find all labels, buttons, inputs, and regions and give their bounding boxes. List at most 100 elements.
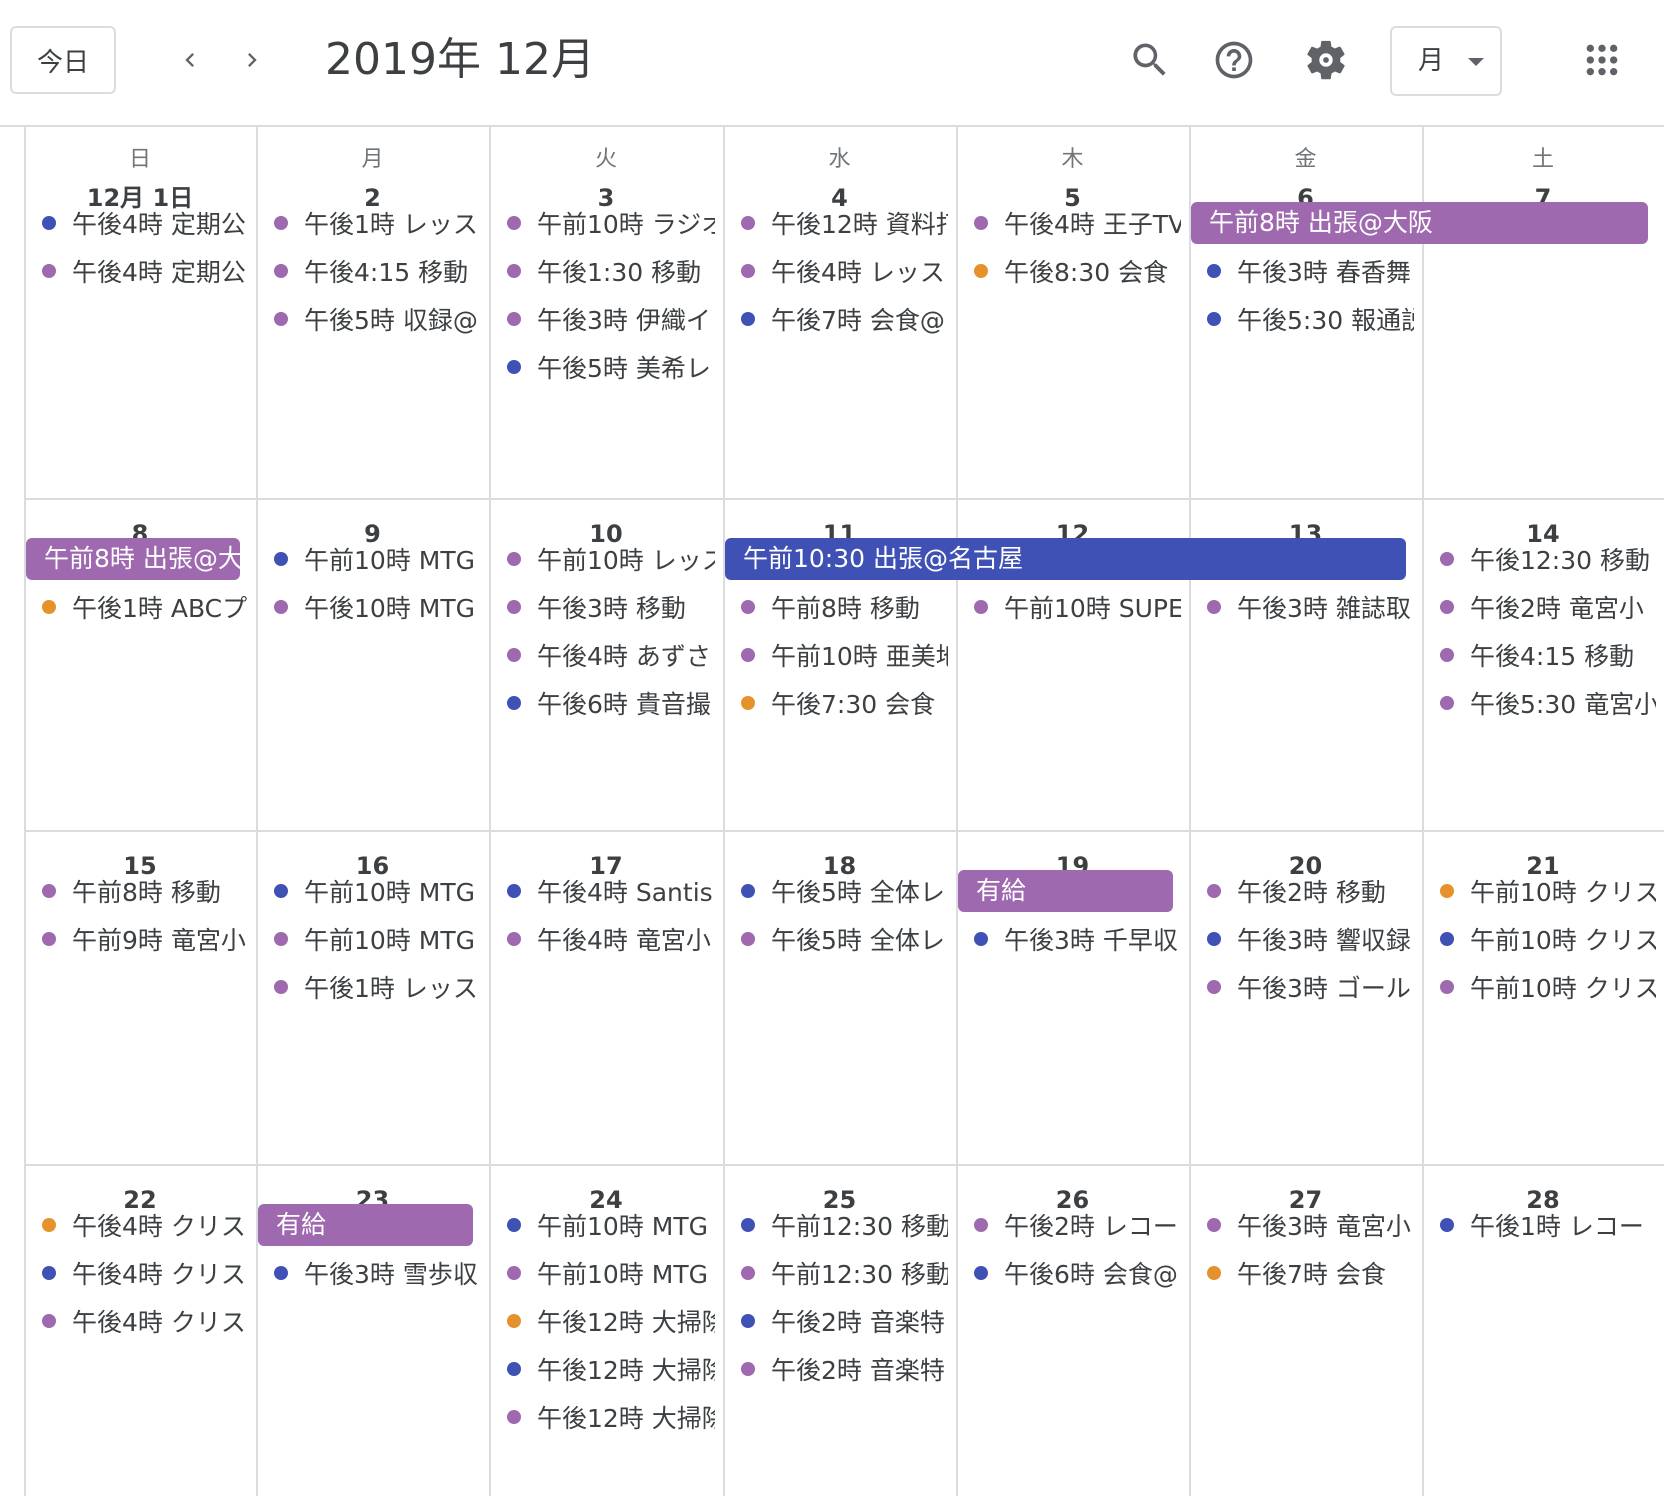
day-cell[interactable]: 月 2 午後1時 レッス 午後4:15 移動 午後5時 収録@	[256, 127, 489, 499]
event-item[interactable]: 午後4時 クリス	[38, 1301, 248, 1341]
event-item[interactable]: 午後3時 雪歩収	[270, 1253, 481, 1293]
event-item[interactable]: 午後5時 収録@	[270, 299, 481, 339]
event-item[interactable]: 午後3時 雑誌取	[1203, 587, 1414, 627]
event-item[interactable]: 午後4時 竜宮小	[503, 919, 715, 959]
event-item[interactable]: 午後4:15 移動	[1436, 635, 1656, 675]
event-item[interactable]: 午後5:30 竜宮小	[1436, 683, 1656, 723]
event-item[interactable]: 午後3時 響収録	[1203, 919, 1414, 959]
settings-button[interactable]	[1300, 34, 1352, 86]
event-item[interactable]: 午後1:30 移動	[503, 251, 715, 291]
event-item[interactable]: 午後4時 定期公	[38, 203, 248, 243]
view-selector[interactable]: 月	[1390, 26, 1502, 96]
day-cell[interactable]: 25 午前12:30 移動 午前12:30 移動 午後2時 音楽特 午後2時 音楽特	[723, 1165, 956, 1496]
day-cell[interactable]: 14 午後12:30 移動 午後2時 竜宮小 午後4:15 移動 午後5:30 竜宮小	[1422, 499, 1664, 831]
day-cell[interactable]: 28 午後1時 レコー	[1422, 1165, 1664, 1496]
event-item[interactable]: 午後1時 ABCプ	[38, 587, 248, 627]
event-item[interactable]: 午後3時 春香舞	[1203, 251, 1414, 291]
event-item[interactable]: 午後2時 レコー	[970, 1205, 1181, 1245]
day-cell[interactable]: 水 4 午後12時 資料打 午後4時 レッス 午後7時 会食@	[723, 127, 956, 499]
event-item[interactable]: 午後4時 クリス	[38, 1253, 248, 1293]
day-cell[interactable]: 26 午後2時 レコー 午後6時 会食@	[956, 1165, 1189, 1496]
event-item[interactable]: 午後4時 レッス	[737, 251, 948, 291]
event-item[interactable]: 午前10時 MTG	[503, 1253, 715, 1293]
day-cell[interactable]: 22 午後4時 クリス 午後4時 クリス 午後4時 クリス	[24, 1165, 256, 1496]
event-item[interactable]: 午後2時 音楽特	[737, 1301, 948, 1341]
day-cell[interactable]: 10 午前10時 レッス 午後3時 移動 午後4時 あずさ 午後6時 貴音撮	[489, 499, 723, 831]
event-item[interactable]: 午後3時 竜宮小	[1203, 1205, 1414, 1245]
event-item[interactable]: 午後7:30 会食	[737, 683, 948, 723]
event-item[interactable]: 午前12:30 移動	[737, 1253, 948, 1293]
event-item[interactable]: 午後2時 竜宮小	[1436, 587, 1656, 627]
day-cell[interactable]: 27 午後3時 竜宮小 午後7時 会食	[1189, 1165, 1422, 1496]
event-item[interactable]: 午後12時 資料打	[737, 203, 948, 243]
event-item[interactable]: 午後5時 美希レ	[503, 347, 715, 387]
next-month-button[interactable]	[226, 34, 278, 86]
event-item[interactable]: 午後3時 移動	[503, 587, 715, 627]
today-button[interactable]: 今日	[10, 26, 116, 94]
event-item[interactable]: 午後4時 クリス	[38, 1205, 248, 1245]
event-item[interactable]: 午後12時 大掃除	[503, 1349, 715, 1389]
multi-day-event-bar[interactable]: 午前8時 出張@大阪	[26, 538, 240, 580]
event-item[interactable]: 午後12:30 移動	[1436, 539, 1656, 579]
event-item[interactable]: 午後5:30 報通説	[1203, 299, 1414, 339]
event-item[interactable]: 午前10時 MTG	[270, 919, 481, 959]
day-cell[interactable]: 24 午前10時 MTG 午前10時 MTG 午後12時 大掃除 午後12時 大掃除 午後…	[489, 1165, 723, 1496]
multi-day-event-bar[interactable]: 午前10:30 出張@名古屋	[725, 538, 1406, 580]
apps-button[interactable]	[1576, 34, 1628, 86]
event-item[interactable]: 午前10時 亜美地	[737, 635, 948, 675]
event-item[interactable]: 午後7時 会食	[1203, 1253, 1414, 1293]
event-item[interactable]: 午後10時 MTG	[270, 587, 481, 627]
event-item[interactable]: 午前10時 ラジオ	[503, 203, 715, 243]
day-cell[interactable]: 9 午前10時 MTG 午後10時 MTG	[256, 499, 489, 831]
event-item[interactable]: 午後12時 大掃除	[503, 1301, 715, 1341]
event-item[interactable]: 午後4時 Santis	[503, 871, 715, 911]
multi-day-event-bar[interactable]: 有給	[958, 870, 1173, 912]
event-item[interactable]: 午後2時 音楽特	[737, 1349, 948, 1389]
event-item[interactable]: 午後5時 全体レ	[737, 871, 948, 911]
event-item[interactable]: 午前12:30 移動	[737, 1205, 948, 1245]
event-item[interactable]: 午後3時 ゴール	[1203, 967, 1414, 1007]
event-item[interactable]: 午後12時 大掃除	[503, 1397, 715, 1437]
day-cell[interactable]: 15 午前8時 移動 午前9時 竜宮小	[24, 831, 256, 1165]
event-item[interactable]: 午前10時 クリス	[1436, 919, 1656, 959]
event-item[interactable]: 午前8時 移動	[38, 871, 248, 911]
event-item[interactable]: 午前10時 クリス	[1436, 871, 1656, 911]
event-item[interactable]: 午後3時 伊織イ	[503, 299, 715, 339]
event-item[interactable]: 午後4時 あずさ	[503, 635, 715, 675]
event-item[interactable]: 午前10時 SUPER	[970, 587, 1181, 627]
event-item[interactable]: 午後4時 王子TV	[970, 203, 1181, 243]
day-cell[interactable]: 木 5 午後4時 王子TV 午後8:30 会食	[956, 127, 1189, 499]
event-item[interactable]: 午後3時 千早収	[970, 919, 1181, 959]
day-cell[interactable]: 火 3 午前10時 ラジオ 午後1:30 移動 午後3時 伊織イ 午後5時 美希レ	[489, 127, 723, 499]
event-item[interactable]: 午前9時 竜宮小	[38, 919, 248, 959]
event-item[interactable]: 午前10時 MTG	[270, 871, 481, 911]
day-cell[interactable]: 金 6 午後3時 春香舞 午後5:30 報通説	[1189, 127, 1422, 499]
help-button[interactable]	[1208, 34, 1260, 86]
event-item[interactable]: 午後1時 レッス	[270, 203, 481, 243]
day-cell[interactable]: 20 午後2時 移動 午後3時 響収録 午後3時 ゴール	[1189, 831, 1422, 1165]
event-item[interactable]: 午後4時 定期公	[38, 251, 248, 291]
event-item[interactable]: 午後8:30 会食	[970, 251, 1181, 291]
day-cell[interactable]: 16 午前10時 MTG 午前10時 MTG 午後1時 レッス	[256, 831, 489, 1165]
event-item[interactable]: 午後5時 全体レ	[737, 919, 948, 959]
event-item[interactable]: 午前10時 MTG	[503, 1205, 715, 1245]
event-item[interactable]: 午後4:15 移動	[270, 251, 481, 291]
multi-day-event-bar[interactable]: 有給	[258, 1204, 473, 1246]
event-item[interactable]: 午後1時 レコー	[1436, 1205, 1656, 1245]
search-button[interactable]	[1124, 34, 1176, 86]
event-item[interactable]: 午前10時 レッス	[503, 539, 715, 579]
multi-day-event-bar[interactable]: 午前8時 出張@大阪	[1191, 202, 1648, 244]
day-cell[interactable]: 17 午後4時 Santis 午後4時 竜宮小	[489, 831, 723, 1165]
event-item[interactable]: 午前10時 クリス	[1436, 967, 1656, 1007]
event-item[interactable]: 午後2時 移動	[1203, 871, 1414, 911]
event-item[interactable]: 午前8時 移動	[737, 587, 948, 627]
day-cell[interactable]: 土7	[1422, 127, 1664, 499]
event-item[interactable]: 午後7時 会食@	[737, 299, 948, 339]
day-cell[interactable]: 21 午前10時 クリス 午前10時 クリス 午前10時 クリス	[1422, 831, 1664, 1165]
prev-month-button[interactable]	[164, 34, 216, 86]
day-cell[interactable]: 日 12月 1日 午後4時 定期公 午後4時 定期公	[24, 127, 256, 499]
day-cell[interactable]: 18 午後5時 全体レ 午後5時 全体レ	[723, 831, 956, 1165]
event-item[interactable]: 午後6時 会食@	[970, 1253, 1181, 1293]
event-item[interactable]: 午後1時 レッス	[270, 967, 481, 1007]
event-item[interactable]: 午後6時 貴音撮	[503, 683, 715, 723]
